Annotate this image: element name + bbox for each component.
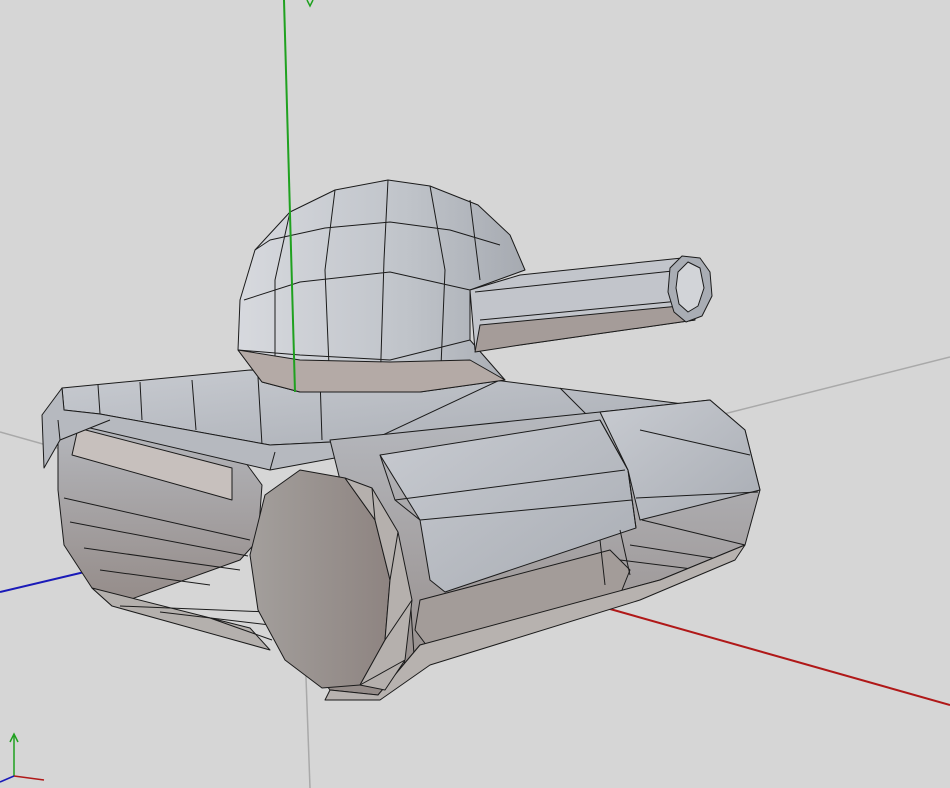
y-axis-arrow-icon xyxy=(306,0,314,8)
3d-viewport[interactable] xyxy=(0,0,950,788)
tank-model[interactable] xyxy=(41,179,761,701)
scene-canvas[interactable] xyxy=(0,0,950,788)
axis-triad-icon xyxy=(0,732,45,783)
